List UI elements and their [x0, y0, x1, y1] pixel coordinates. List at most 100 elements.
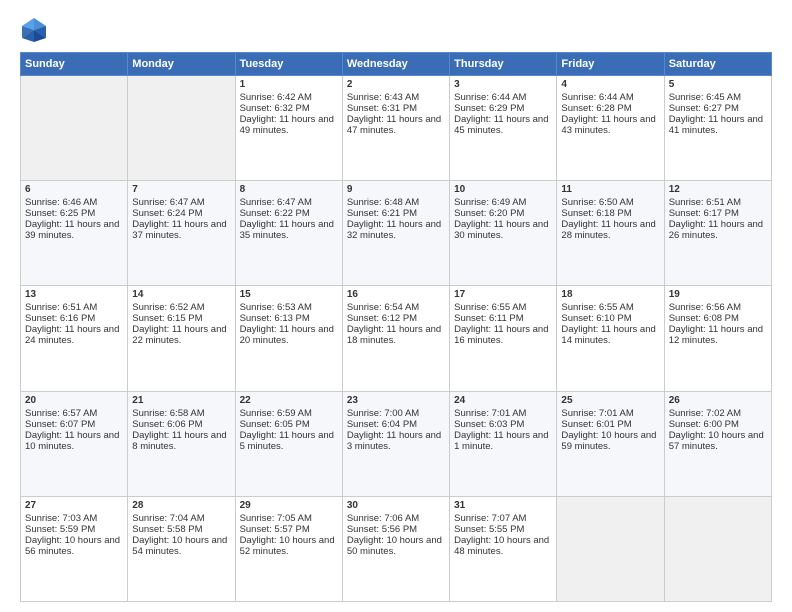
calendar-cell: 24Sunrise: 7:01 AMSunset: 6:03 PMDayligh…: [450, 391, 557, 496]
calendar-cell: 17Sunrise: 6:55 AMSunset: 6:11 PMDayligh…: [450, 286, 557, 391]
calendar-cell: 9Sunrise: 6:48 AMSunset: 6:21 PMDaylight…: [342, 181, 449, 286]
sunrise-text: Sunrise: 7:01 AM: [454, 408, 552, 419]
sunset-text: Sunset: 6:15 PM: [132, 313, 230, 324]
sunrise-text: Sunrise: 6:50 AM: [561, 197, 659, 208]
sunrise-text: Sunrise: 6:58 AM: [132, 408, 230, 419]
daylight-text: Daylight: 11 hours and 12 minutes.: [669, 324, 767, 346]
daylight-text: Daylight: 11 hours and 47 minutes.: [347, 114, 445, 136]
daylight-text: Daylight: 10 hours and 52 minutes.: [240, 535, 338, 557]
calendar-cell: 25Sunrise: 7:01 AMSunset: 6:01 PMDayligh…: [557, 391, 664, 496]
weekday-header: Tuesday: [235, 53, 342, 76]
sunset-text: Sunset: 5:58 PM: [132, 524, 230, 535]
sunrise-text: Sunrise: 6:52 AM: [132, 302, 230, 313]
daylight-text: Daylight: 11 hours and 41 minutes.: [669, 114, 767, 136]
sunset-text: Sunset: 6:01 PM: [561, 419, 659, 430]
calendar-cell: 27Sunrise: 7:03 AMSunset: 5:59 PMDayligh…: [21, 496, 128, 601]
day-number: 26: [669, 395, 767, 406]
sunset-text: Sunset: 6:13 PM: [240, 313, 338, 324]
sunset-text: Sunset: 6:29 PM: [454, 103, 552, 114]
day-number: 20: [25, 395, 123, 406]
logo: [20, 16, 52, 44]
sunrise-text: Sunrise: 6:44 AM: [454, 92, 552, 103]
sunset-text: Sunset: 6:25 PM: [25, 208, 123, 219]
daylight-text: Daylight: 11 hours and 14 minutes.: [561, 324, 659, 346]
sunset-text: Sunset: 6:18 PM: [561, 208, 659, 219]
calendar-cell: 12Sunrise: 6:51 AMSunset: 6:17 PMDayligh…: [664, 181, 771, 286]
weekday-header: Saturday: [664, 53, 771, 76]
calendar-cell: [128, 76, 235, 181]
calendar-cell: 31Sunrise: 7:07 AMSunset: 5:55 PMDayligh…: [450, 496, 557, 601]
calendar-cell: 29Sunrise: 7:05 AMSunset: 5:57 PMDayligh…: [235, 496, 342, 601]
daylight-text: Daylight: 11 hours and 5 minutes.: [240, 430, 338, 452]
sunrise-text: Sunrise: 6:47 AM: [132, 197, 230, 208]
sunset-text: Sunset: 6:04 PM: [347, 419, 445, 430]
calendar-cell: 2Sunrise: 6:43 AMSunset: 6:31 PMDaylight…: [342, 76, 449, 181]
sunset-text: Sunset: 6:06 PM: [132, 419, 230, 430]
day-number: 7: [132, 184, 230, 195]
weekday-header: Wednesday: [342, 53, 449, 76]
weekday-header: Sunday: [21, 53, 128, 76]
day-number: 6: [25, 184, 123, 195]
calendar-cell: [21, 76, 128, 181]
daylight-text: Daylight: 11 hours and 37 minutes.: [132, 219, 230, 241]
sunset-text: Sunset: 6:22 PM: [240, 208, 338, 219]
day-number: 11: [561, 184, 659, 195]
sunrise-text: Sunrise: 6:57 AM: [25, 408, 123, 419]
calendar-cell: 7Sunrise: 6:47 AMSunset: 6:24 PMDaylight…: [128, 181, 235, 286]
sunset-text: Sunset: 6:31 PM: [347, 103, 445, 114]
sunrise-text: Sunrise: 6:43 AM: [347, 92, 445, 103]
sunrise-text: Sunrise: 7:03 AM: [25, 513, 123, 524]
daylight-text: Daylight: 10 hours and 57 minutes.: [669, 430, 767, 452]
sunrise-text: Sunrise: 7:06 AM: [347, 513, 445, 524]
calendar-cell: 3Sunrise: 6:44 AMSunset: 6:29 PMDaylight…: [450, 76, 557, 181]
sunset-text: Sunset: 5:57 PM: [240, 524, 338, 535]
daylight-text: Daylight: 11 hours and 16 minutes.: [454, 324, 552, 346]
sunrise-text: Sunrise: 7:01 AM: [561, 408, 659, 419]
daylight-text: Daylight: 11 hours and 10 minutes.: [25, 430, 123, 452]
daylight-text: Daylight: 11 hours and 49 minutes.: [240, 114, 338, 136]
sunrise-text: Sunrise: 6:44 AM: [561, 92, 659, 103]
sunrise-text: Sunrise: 6:56 AM: [669, 302, 767, 313]
sunset-text: Sunset: 6:07 PM: [25, 419, 123, 430]
sunset-text: Sunset: 6:16 PM: [25, 313, 123, 324]
calendar-cell: 16Sunrise: 6:54 AMSunset: 6:12 PMDayligh…: [342, 286, 449, 391]
sunset-text: Sunset: 6:10 PM: [561, 313, 659, 324]
sunset-text: Sunset: 5:55 PM: [454, 524, 552, 535]
day-number: 13: [25, 289, 123, 300]
day-number: 31: [454, 500, 552, 511]
day-number: 21: [132, 395, 230, 406]
sunset-text: Sunset: 6:03 PM: [454, 419, 552, 430]
daylight-text: Daylight: 11 hours and 28 minutes.: [561, 219, 659, 241]
calendar-cell: 21Sunrise: 6:58 AMSunset: 6:06 PMDayligh…: [128, 391, 235, 496]
daylight-text: Daylight: 11 hours and 24 minutes.: [25, 324, 123, 346]
sunset-text: Sunset: 6:28 PM: [561, 103, 659, 114]
sunset-text: Sunset: 6:17 PM: [669, 208, 767, 219]
day-number: 16: [347, 289, 445, 300]
sunrise-text: Sunrise: 6:42 AM: [240, 92, 338, 103]
daylight-text: Daylight: 11 hours and 20 minutes.: [240, 324, 338, 346]
daylight-text: Daylight: 11 hours and 39 minutes.: [25, 219, 123, 241]
daylight-text: Daylight: 11 hours and 26 minutes.: [669, 219, 767, 241]
header: [20, 16, 772, 44]
day-number: 29: [240, 500, 338, 511]
day-number: 15: [240, 289, 338, 300]
sunrise-text: Sunrise: 6:47 AM: [240, 197, 338, 208]
day-number: 27: [25, 500, 123, 511]
sunset-text: Sunset: 6:05 PM: [240, 419, 338, 430]
calendar-cell: 23Sunrise: 7:00 AMSunset: 6:04 PMDayligh…: [342, 391, 449, 496]
calendar-cell: 15Sunrise: 6:53 AMSunset: 6:13 PMDayligh…: [235, 286, 342, 391]
daylight-text: Daylight: 11 hours and 43 minutes.: [561, 114, 659, 136]
calendar-cell: 6Sunrise: 6:46 AMSunset: 6:25 PMDaylight…: [21, 181, 128, 286]
calendar-cell: 10Sunrise: 6:49 AMSunset: 6:20 PMDayligh…: [450, 181, 557, 286]
day-number: 9: [347, 184, 445, 195]
day-number: 23: [347, 395, 445, 406]
sunrise-text: Sunrise: 6:51 AM: [669, 197, 767, 208]
calendar-cell: 30Sunrise: 7:06 AMSunset: 5:56 PMDayligh…: [342, 496, 449, 601]
sunrise-text: Sunrise: 6:45 AM: [669, 92, 767, 103]
logo-icon: [20, 16, 48, 44]
day-number: 8: [240, 184, 338, 195]
sunrise-text: Sunrise: 6:54 AM: [347, 302, 445, 313]
calendar-cell: 1Sunrise: 6:42 AMSunset: 6:32 PMDaylight…: [235, 76, 342, 181]
daylight-text: Daylight: 10 hours and 50 minutes.: [347, 535, 445, 557]
sunset-text: Sunset: 6:20 PM: [454, 208, 552, 219]
